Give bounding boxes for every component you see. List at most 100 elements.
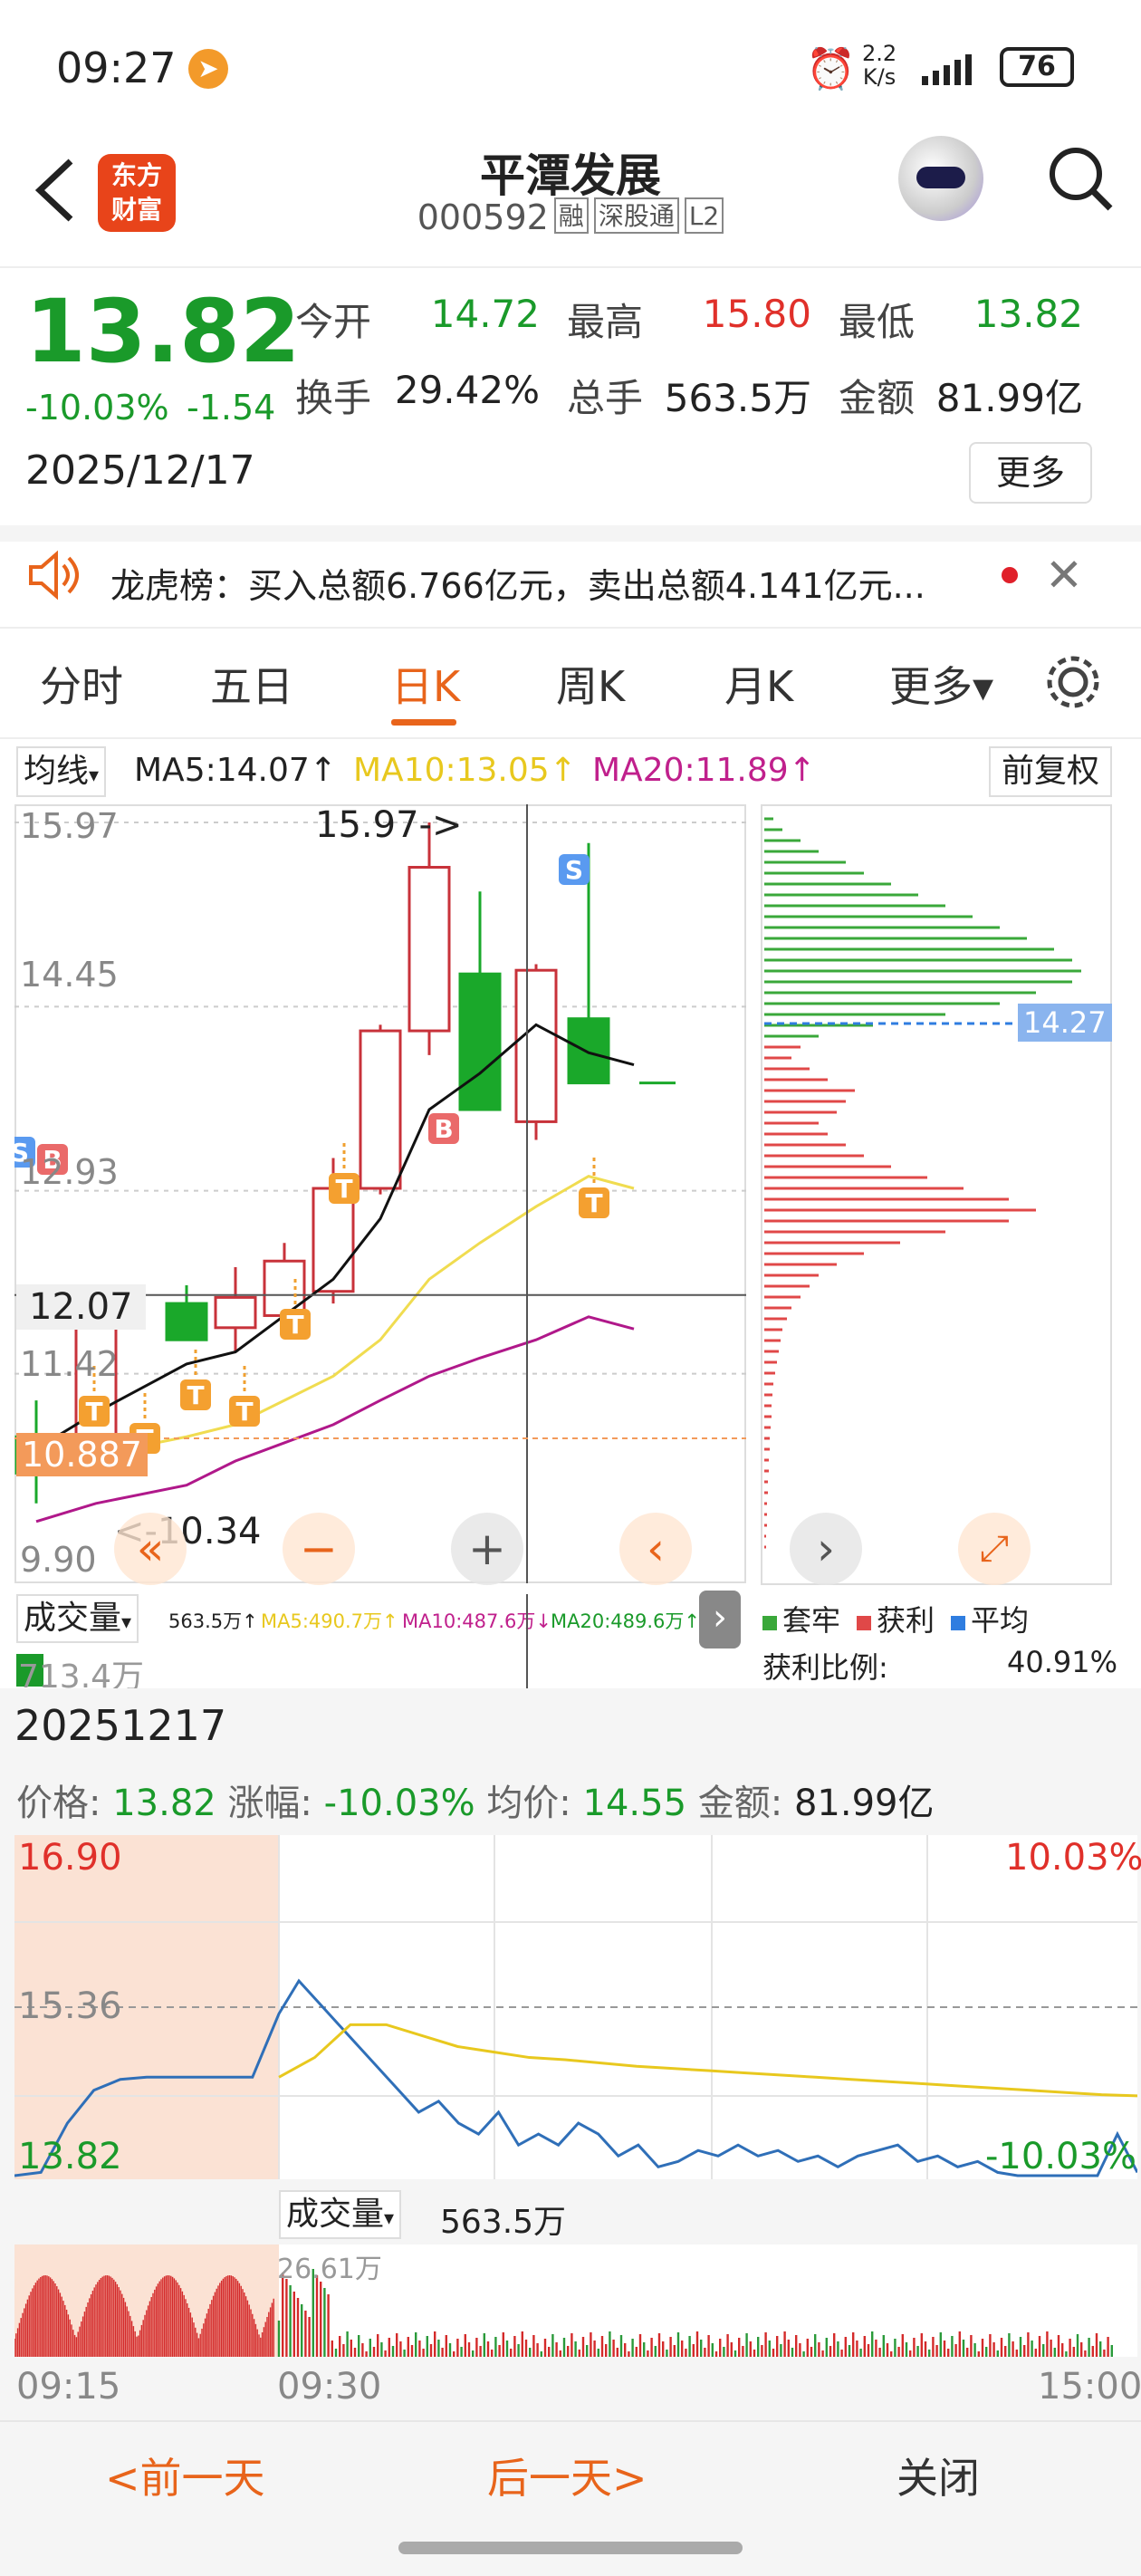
- intraday-top-pct: 10.03%: [1005, 1837, 1141, 1879]
- stat-label: 换手: [295, 376, 372, 420]
- close-button[interactable]: 关闭: [896, 2446, 980, 2505]
- t-marker-text: T: [286, 1310, 303, 1340]
- speaker-icon: [25, 547, 82, 603]
- intraday-volume-max: 26.61万: [277, 2254, 382, 2285]
- active-tab-underline: [391, 719, 456, 726]
- detail-chg-label: 涨幅:: [227, 1783, 312, 1824]
- legend-swatch: [951, 1616, 966, 1630]
- t-marker-text: T: [335, 1174, 352, 1204]
- volume-expand-button[interactable]: ›: [699, 1591, 741, 1648]
- period-tabs: 分时 五日 日K 周K 月K 更多▾: [0, 650, 1050, 723]
- tab-0[interactable]: 分时: [40, 654, 123, 714]
- s-marker-text: S: [565, 855, 583, 885]
- stat-value: 563.5万: [664, 376, 811, 420]
- quote-stats: 今开 14.72 最高 15.80 最低 13.82 换手 29.42% 总手 563.5万 金额 8…: [295, 292, 1110, 437]
- expand-icon[interactable]: ⤢: [958, 1513, 1031, 1585]
- pct-change: -10.03%: [25, 388, 169, 428]
- home-indicator: [398, 2542, 743, 2554]
- ma20-label: MA20:11.89↑: [592, 752, 816, 789]
- signal-icon: [920, 53, 985, 87]
- kline-y-label: 12.93: [20, 1152, 119, 1192]
- jump-start-button[interactable]: «: [114, 1513, 187, 1585]
- intraday-bottom-pct: -10.03%: [985, 2136, 1136, 2177]
- dragon-tiger-notice[interactable]: 龙虎榜：买入总额6.766亿元，卖出总额4.141亿元...: [110, 558, 925, 608]
- time-open: 09:30: [277, 2366, 382, 2408]
- stat-value: 29.42%: [394, 368, 540, 412]
- zoom-in-button[interactable]: +: [451, 1513, 523, 1585]
- legend-label: 平均: [971, 1603, 1030, 1638]
- candle-body: [263, 1259, 306, 1317]
- candle-body: [458, 972, 502, 1111]
- candle-body: [165, 1302, 208, 1341]
- tag-l2: L2: [684, 197, 724, 234]
- battery-icon: 76: [1000, 47, 1074, 87]
- profit-ratio-label: 获利比例:: [762, 1650, 888, 1685]
- stat-label: 最高: [567, 300, 644, 344]
- t-marker-text: T: [235, 1397, 253, 1427]
- detail-date: 20251217: [14, 1701, 227, 1750]
- detail-amt: 81.99亿: [793, 1783, 935, 1824]
- stat-label: 金额: [839, 376, 916, 420]
- chip-distribution-chart[interactable]: [761, 804, 1112, 1585]
- tab-5[interactable]: 更多▾: [889, 654, 993, 714]
- tab-2[interactable]: 日K: [391, 654, 460, 714]
- intraday-volume-select[interactable]: 成交量▾: [279, 2190, 402, 2239]
- abs-change: -1.54: [187, 388, 276, 428]
- prev-day-button[interactable]: <前一天: [105, 2446, 265, 2505]
- tab-3[interactable]: 周K: [556, 654, 625, 714]
- stat-value: 14.72: [430, 292, 540, 336]
- b-marker-text: B: [434, 1114, 453, 1144]
- detail-avg: 14.55: [582, 1783, 687, 1824]
- tag-connect: 深股通: [593, 197, 679, 234]
- intraday-mid: 15.36: [18, 1985, 122, 2027]
- intraday-volume-chart: [14, 2244, 1137, 2357]
- candle-body: [359, 1029, 402, 1190]
- intraday-volume-total: 563.5万: [440, 2204, 567, 2241]
- intraday-bottom: 13.82: [18, 2136, 122, 2177]
- robot-assistant-icon[interactable]: [898, 136, 983, 221]
- tab-4[interactable]: 月K: [724, 654, 793, 714]
- detail-amt-label: 金额:: [697, 1783, 783, 1824]
- volume-ma10: MA10:487.6万↓: [402, 1610, 551, 1632]
- volume-label: 成交量: [24, 1600, 122, 1637]
- adjust-button[interactable]: 前复权: [989, 746, 1113, 797]
- more-button[interactable]: 更多: [969, 442, 1092, 504]
- avg-line: [278, 2023, 1137, 2098]
- net-speed: 2.2 K/s: [862, 41, 897, 90]
- crosshair-vline: [526, 1594, 528, 1688]
- legend-swatch: [762, 1616, 777, 1630]
- legend-label: 套牢: [782, 1603, 841, 1638]
- t-marker-text: T: [85, 1397, 102, 1427]
- scroll-left-button[interactable]: ‹: [619, 1513, 692, 1585]
- next-day-button[interactable]: 后一天>: [487, 2446, 647, 2505]
- high-annotation: 15.97->: [315, 804, 463, 846]
- tag-margin: 融: [553, 197, 589, 234]
- stock-code: 000592: [417, 197, 549, 237]
- ma-type-select[interactable]: 均线▾: [16, 746, 107, 797]
- stat-value: 13.82: [973, 292, 1083, 336]
- legend-label: 获利: [877, 1603, 935, 1638]
- volume-select[interactable]: 成交量▾: [16, 1594, 139, 1643]
- t-marker-text: T: [187, 1380, 204, 1410]
- gear-icon[interactable]: [1043, 652, 1103, 712]
- intraday-chart[interactable]: [14, 1835, 1137, 2179]
- last-close-tag: 10.887: [16, 1433, 148, 1476]
- zoom-out-button[interactable]: −: [283, 1513, 355, 1585]
- kline-y-label: 11.42: [20, 1344, 119, 1384]
- intraday-top: 16.90: [18, 1837, 122, 1879]
- crosshair-price-tag: 12.07: [16, 1284, 146, 1330]
- detail-price: 13.82: [112, 1783, 216, 1824]
- chip-legend-item: 获利: [857, 1598, 935, 1639]
- search-icon[interactable]: [1045, 143, 1117, 216]
- chip-next-button[interactable]: ›: [790, 1513, 862, 1585]
- tab-1[interactable]: 五日: [210, 654, 293, 714]
- quote-date: 2025/12/17: [25, 447, 255, 494]
- stat-value: 81.99亿: [935, 376, 1083, 420]
- status-time: 09:27: [56, 43, 177, 92]
- volume-ma20: MA20:489.6万↑: [551, 1610, 700, 1632]
- unread-dot: [1002, 567, 1018, 583]
- stat-label: 总手: [567, 376, 644, 420]
- close-notice-icon[interactable]: ✕: [1045, 549, 1083, 601]
- kline-y-label: 15.97: [20, 806, 119, 846]
- chip-legend-item: 套牢: [762, 1598, 840, 1639]
